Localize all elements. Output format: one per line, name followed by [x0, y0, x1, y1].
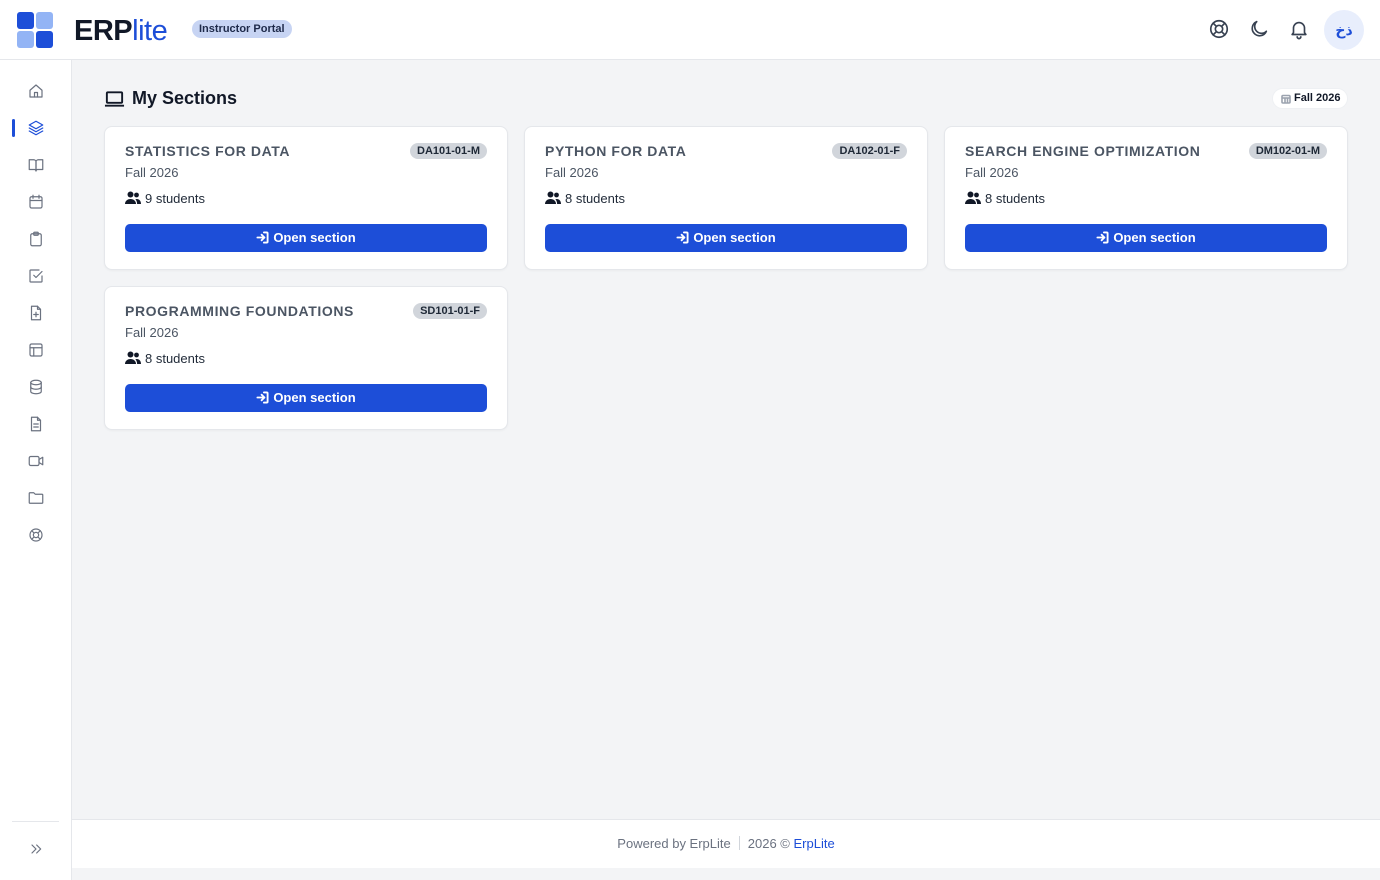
login-icon — [676, 231, 689, 244]
section-term: Fall 2026 — [965, 165, 1019, 180]
sidebar-item-courses[interactable] — [0, 149, 72, 181]
users-icon — [125, 351, 141, 364]
clipboard-icon — [30, 231, 42, 247]
brand-bold: ERP — [74, 15, 133, 47]
check-square-icon — [29, 269, 43, 283]
section-term: Fall 2026 — [125, 165, 179, 180]
footer: Powered by ErpLite 2026 © ErpLite — [72, 819, 1380, 868]
section-title: STATISTICS FOR DATA — [125, 143, 291, 159]
sidebar-item-support[interactable] — [0, 519, 72, 551]
footer-divider — [738, 836, 740, 850]
footer-powered: Powered by ErpLite — [617, 836, 731, 851]
portal-badge: Instructor Portal — [192, 20, 292, 38]
layout-icon — [29, 343, 43, 357]
footer-link[interactable]: ErpLite — [794, 836, 835, 851]
brand-logo[interactable]: ERPlite — [74, 14, 168, 48]
home-icon — [29, 84, 43, 98]
open-section-label: Open section — [693, 230, 776, 245]
login-icon — [1096, 231, 1109, 244]
sidebar-item-assignments[interactable] — [0, 223, 72, 255]
section-code-badge: DM102-01-M — [1248, 143, 1327, 159]
section-code-badge: DA101-01-M — [410, 143, 487, 159]
logo-icon[interactable] — [17, 12, 53, 48]
open-section-button[interactable]: Open section — [965, 224, 1327, 252]
section-title: SEARCH ENGINE OPTIMIZATION — [965, 143, 1201, 159]
sidebar-item-home[interactable] — [0, 75, 72, 107]
login-icon — [256, 391, 269, 404]
open-section-button[interactable]: Open section — [545, 224, 907, 252]
open-section-label: Open section — [273, 390, 356, 405]
sidebar-item-documents[interactable] — [0, 408, 72, 440]
chevrons-right-icon — [31, 844, 42, 854]
database-icon — [30, 379, 42, 395]
section-card: SEARCH ENGINE OPTIMIZATION DM102-01-M Fa… — [944, 126, 1348, 270]
section-title: PROGRAMMING FOUNDATIONS — [125, 303, 354, 319]
brand-light: lite — [132, 15, 168, 47]
expand-sidebar-button[interactable] — [0, 836, 72, 862]
section-card: STATISTICS FOR DATA DA101-01-M Fall 2026… — [104, 126, 508, 270]
section-code-badge: SD101-01-F — [413, 303, 487, 319]
sidebar-item-database[interactable] — [0, 371, 72, 403]
folder-icon — [28, 492, 44, 504]
open-section-button[interactable]: Open section — [125, 384, 487, 412]
sidebar-divider — [12, 821, 59, 822]
login-icon — [256, 231, 269, 244]
term-pill-label: Fall 2026 — [1294, 92, 1341, 104]
section-code-badge: DA102-01-F — [832, 143, 907, 159]
section-card: PROGRAMMING FOUNDATIONS SD101-01-F Fall … — [104, 286, 508, 430]
open-section-button[interactable]: Open section — [125, 224, 487, 252]
students-count: 8 students — [985, 191, 1045, 206]
laptop-icon — [104, 91, 125, 107]
sidebar-item-layout[interactable] — [0, 334, 72, 366]
open-section-label: Open section — [273, 230, 356, 245]
sidebar — [0, 60, 72, 880]
open-section-label: Open section — [1113, 230, 1196, 245]
sidebar-item-calendar[interactable] — [0, 186, 72, 218]
page-title: My Sections — [132, 88, 238, 108]
section-card: PYTHON FOR DATA DA102-01-F Fall 2026 8 s… — [524, 126, 928, 270]
video-icon — [28, 455, 44, 467]
term-pill[interactable]: Fall 2026 — [1272, 88, 1348, 109]
sidebar-item-new-file[interactable] — [0, 297, 72, 329]
book-icon — [28, 159, 44, 172]
moon-icon[interactable] — [1248, 18, 1270, 40]
students-count: 8 students — [145, 351, 205, 366]
users-icon — [965, 191, 981, 204]
lifebuoy-icon — [29, 528, 43, 542]
help-lifebuoy-icon[interactable] — [1208, 18, 1230, 40]
calendar-icon — [1281, 94, 1291, 104]
avatar[interactable]: ذخ — [1324, 10, 1364, 50]
section-title: PYTHON FOR DATA — [545, 143, 687, 159]
students-count: 9 students — [145, 191, 205, 206]
sidebar-item-attendance[interactable] — [0, 260, 72, 292]
section-term: Fall 2026 — [545, 165, 599, 180]
users-icon — [125, 191, 141, 204]
calendar-icon — [29, 194, 43, 209]
top-bar: ERPlite Instructor Portal ذخ — [0, 0, 1380, 60]
bell-icon[interactable] — [1288, 18, 1310, 40]
students-count: 8 students — [565, 191, 625, 206]
file-plus-icon — [30, 305, 42, 321]
section-term: Fall 2026 — [125, 325, 179, 340]
sidebar-item-sections[interactable] — [0, 112, 72, 144]
sidebar-item-video[interactable] — [0, 445, 72, 477]
footer-copyright: 2026 © — [747, 836, 790, 851]
layers-icon — [28, 120, 44, 136]
sidebar-item-files[interactable] — [0, 482, 72, 514]
file-text-icon — [30, 416, 42, 432]
users-icon — [545, 191, 561, 204]
